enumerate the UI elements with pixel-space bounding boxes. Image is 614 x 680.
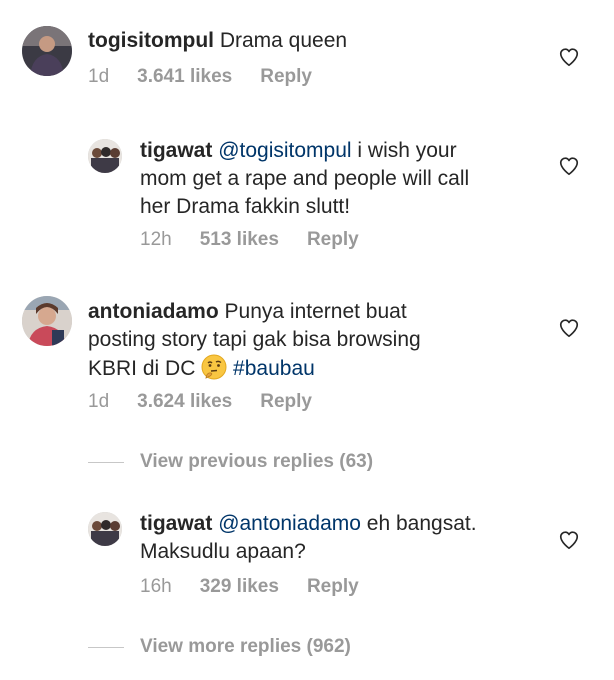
username-link[interactable]: antoniadamo <box>88 300 219 323</box>
user-avatar-woman[interactable] <box>22 296 72 346</box>
likes-count[interactable]: 3.641 likes <box>137 66 232 88</box>
timestamp: 16h <box>140 576 172 597</box>
comment-meta: 1d 3.641 likes Reply <box>88 66 312 88</box>
hashtag-link[interactable]: #baubau <box>233 357 315 380</box>
reply-button[interactable]: Reply <box>260 391 312 413</box>
reply-body-line3: her Drama fakkin slutt! <box>140 195 351 218</box>
likes-count[interactable]: 513 likes <box>200 229 279 251</box>
heart-icon[interactable] <box>558 529 580 551</box>
likes-count[interactable]: 3.624 likes <box>137 391 232 413</box>
username-link[interactable]: tigawat <box>140 512 212 535</box>
username-link[interactable]: togisitompul <box>88 29 214 52</box>
comment-body-line2: posting story tapi gak bisa browsing <box>88 328 421 351</box>
comment-body: Drama queen <box>219 29 348 52</box>
comment-text: antoniadamo Punya internet buat posting … <box>88 298 528 383</box>
comments-thread: togisitompul Drama queen 1d 3.641 likes … <box>0 0 614 680</box>
comment-meta: 12h 513 likes Reply <box>140 229 359 251</box>
reply-button[interactable]: Reply <box>307 576 359 598</box>
view-more-replies-button[interactable]: View more replies (962) <box>88 636 351 658</box>
heart-icon[interactable] <box>558 317 580 339</box>
comment-body-line3: KBRI di DC <box>88 357 196 380</box>
user-avatar-man[interactable] <box>22 26 72 76</box>
comment-meta: 16h 329 likes Reply <box>140 576 359 598</box>
comment-text: togisitompul Drama queen <box>88 27 528 55</box>
divider-line <box>88 461 124 463</box>
reply-button[interactable]: Reply <box>260 66 312 88</box>
comment-meta: 1d 3.624 likes Reply <box>88 391 312 413</box>
reply-button[interactable]: Reply <box>307 229 359 251</box>
user-avatar-group[interactable] <box>88 139 122 173</box>
view-previous-replies-button[interactable]: View previous replies (63) <box>88 451 373 473</box>
view-more-replies-label: View more replies (962) <box>140 636 351 657</box>
user-avatar-group[interactable] <box>88 512 122 546</box>
reply-text: tigawat @antoniadamo eh bangsat. Maksudl… <box>140 510 540 566</box>
likes-count[interactable]: 329 likes <box>200 576 279 598</box>
heart-icon[interactable] <box>558 155 580 177</box>
reply-body-line1: eh bangsat. <box>366 512 477 535</box>
heart-icon[interactable] <box>558 46 580 68</box>
comment-body-line1: Punya internet buat <box>224 300 407 323</box>
reply-body-line1: i wish your <box>357 139 457 162</box>
mention-link[interactable]: @antoniadamo <box>218 512 361 535</box>
reply-body-line2: mom get a rape and people will call <box>140 167 470 190</box>
view-previous-replies-label: View previous replies (63) <box>140 451 374 472</box>
timestamp: 1d <box>88 66 110 87</box>
divider-line <box>88 646 124 648</box>
timestamp: 1d <box>88 391 110 412</box>
username-link[interactable]: tigawat <box>140 139 212 162</box>
thinking-face-emoji-icon <box>201 354 227 380</box>
timestamp: 12h <box>140 229 172 250</box>
reply-text: tigawat @togisitompul i wish your mom ge… <box>140 137 540 221</box>
mention-link[interactable]: @togisitompul <box>218 139 351 162</box>
reply-body-line2: Maksudlu apaan? <box>140 540 306 563</box>
